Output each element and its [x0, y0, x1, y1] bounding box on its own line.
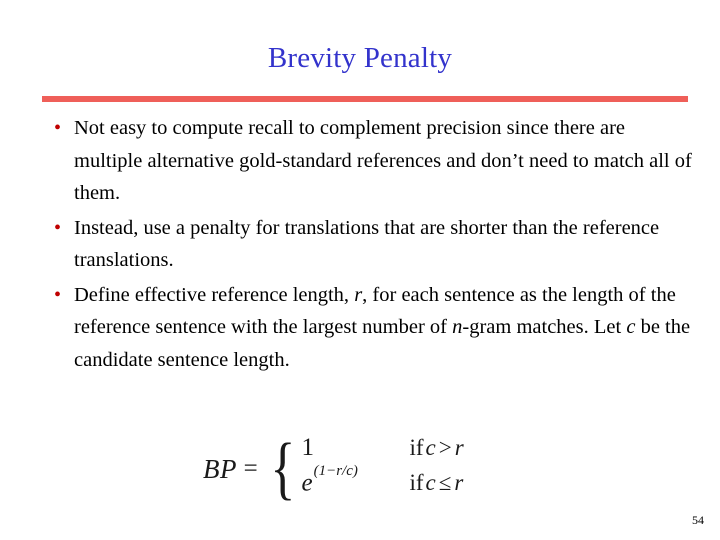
slide-body: • Not easy to compute recall to compleme… — [36, 112, 696, 378]
bullet-item-recall: • Not easy to compute recall to compleme… — [36, 112, 696, 210]
case-keyword-if: if — [409, 470, 424, 496]
variable-r: r — [354, 283, 363, 306]
case-condition-lessequal: ifc ≤ r — [409, 470, 465, 496]
brevity-penalty-equation: BP = { 1 ifc > r e(1−r/c) ifc ≤ r — [203, 432, 466, 506]
title-divider — [42, 96, 688, 102]
case-operator-greater: > — [438, 435, 452, 460]
bullet-marker-icon: • — [54, 117, 62, 139]
case-right-r: r — [454, 435, 464, 460]
case-left-c: c — [425, 470, 436, 496]
presentation-slide: Brevity Penalty • Not easy to compute re… — [0, 0, 720, 540]
equation-equals-sign: = — [242, 455, 259, 482]
bullet-marker-icon: • — [54, 216, 62, 239]
equation-lhs: BP — [203, 453, 237, 484]
case-value-exponential: e(1−r/c) — [301, 463, 409, 497]
case-operator-lessequal: ≤ — [438, 470, 452, 496]
bullet-item-definition: • Define effective reference length, r, … — [36, 279, 696, 377]
case-base-e: e — [301, 469, 313, 497]
case-right-r: r — [454, 470, 464, 496]
bullet-text-recall: Not easy to compute recall to complement… — [74, 117, 692, 204]
definition-part-1: Define effective reference length, — [74, 283, 355, 306]
case-condition-greater: ifc > r — [409, 435, 465, 461]
page-number: 54 — [692, 513, 704, 527]
case-keyword-if: if — [409, 435, 424, 460]
bullet-text-penalty: Instead, use a penalty for translations … — [74, 216, 660, 272]
equation-case-second: e(1−r/c) ifc ≤ r — [301, 463, 465, 504]
equation-open-brace: { — [270, 430, 296, 507]
case-exponent: (1−r/c) — [313, 463, 358, 479]
bullet-text-definition: Define effective reference length, r, fo… — [74, 279, 696, 377]
bullet-marker-icon: • — [54, 283, 62, 306]
case-left-c: c — [425, 435, 436, 460]
case-base-one: 1 — [301, 434, 314, 461]
bullet-item-penalty: • Instead, use a penalty for translation… — [36, 212, 696, 277]
page-title: Brevity Penalty — [267, 42, 453, 74]
equation-cases: 1 ifc > r e(1−r/c) ifc ≤ r — [297, 434, 465, 504]
variable-n: n — [452, 316, 463, 338]
definition-part-3: -gram matches. Let — [462, 316, 627, 338]
case-value-one: 1 — [301, 434, 409, 462]
